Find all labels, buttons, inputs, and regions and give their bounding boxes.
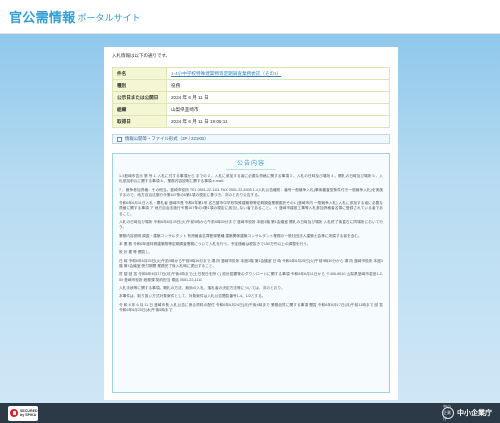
notice-paragraph: 質 疑 回 答 令和6年6月17日(月)午後4時まで(土日祝日を除く) 設計図書…: [119, 272, 383, 282]
notice-paragraph: 設 計 書 等 閲覧し、: [119, 250, 153, 255]
security-badge[interactable]: SECURED by SPIKA: [8, 405, 38, 421]
agency-name: 中小企業庁: [457, 410, 492, 417]
notice-paragraph: 令 和 6 年 6 月 11 日 韮崎市長 入札公告に係る資料の配付 令和6年6…: [119, 302, 383, 312]
lock-icon: [10, 409, 18, 417]
row-label: 組織: [112, 103, 167, 116]
row-value: 役務: [166, 79, 390, 92]
site-logo-main[interactable]: 官公需情報: [9, 7, 76, 26]
notice-paragraph: 業務内容説明 調査・建築コンサルタント 有資格者名簿登録業種 建築関係建築コンサ…: [119, 233, 362, 238]
site-logo-sub[interactable]: ポータルサイト: [78, 11, 141, 24]
table-row: 件名 1-4小中学校特殊建築物等定期調査業務委託（その1）: [112, 67, 390, 80]
row-label: 件名: [112, 67, 167, 80]
notice-paragraph: 入札手続等に関する事項。開札の方法、無効の入札、落札者の決定方法等については、次…: [119, 285, 285, 290]
notice-paragraph: 1-4韮崎市告示 第 号 1. 入札に付する事項から までの 2 。入札に参加す…: [119, 174, 383, 184]
notice-paragraph: 7 。競争参加資格：その他当。韮崎市役所 TEL 0551-22-1111 FA…: [119, 187, 383, 197]
security-badge-line2: by SPIKA: [20, 413, 37, 417]
notice-box: 公告内容 1-4韮崎市告示 第 号 1. 入札に付する事項から までの 2 。入…: [112, 153, 390, 393]
content-panel: 入札情報は以下の通りです。 件名 1-4小中学校特殊建築物等定期調査業務委託（そ…: [104, 47, 398, 400]
notice-paragraph: 令和6年6月11日入札・開札者 韮崎市長 令和6年第1号 名古屋市中学校特殊建築…: [119, 201, 383, 216]
info-table: 件名 1-4小中学校特殊建築物等定期調査業務委託（その1） 種別 役務 公示日ま…: [112, 67, 390, 128]
table-row: 種別 役務: [112, 79, 390, 92]
row-value: 2024 年 6 月 11 日 19:05:11: [166, 115, 390, 128]
notice-title: 公告内容: [226, 158, 276, 170]
title-link[interactable]: 1-4小中学校特殊建築物等定期調査業務委託（その1）: [171, 71, 281, 76]
table-row: 公示日または公開日 2024 年 6 月 11 日: [112, 91, 390, 104]
intro-text: 入札情報は以下の通りです。: [112, 53, 171, 58]
site-header: 官公需情報 ポータルサイト: [0, 0, 500, 34]
row-label: 種別: [112, 79, 167, 92]
notice-paragraph: 日 時 令和6年6月25日(火)午前9時から午前9時30分まで 場 所 韮崎市役…: [119, 258, 383, 268]
table-row: 取得日 2024 年 6 月 11 日 19:05:11: [112, 115, 390, 128]
row-label: 取得日: [112, 115, 167, 128]
notice-paragraph: 本事件は、取り扱い方式対象案件として、対象案件は入札公告閲覧番号1-4。1/2と…: [119, 294, 266, 299]
agency-logo[interactable]: 中小企業庁 中小企業庁: [442, 404, 492, 421]
site-footer: SECURED by SPIKA 中小企業庁 中小企業庁: [0, 403, 500, 423]
row-value: 2024 年 6 月 11 日: [166, 91, 390, 104]
notice-body: 1-4韮崎市告示 第 号 1. 入札に付する事項から までの 2 。入札に参加す…: [119, 174, 383, 313]
notice-paragraph: 入札の日時及び場所 令和6年6月25日(火)午前9時から午前9時30分まで 韮崎…: [119, 219, 383, 230]
attachment-link[interactable]: 情報公開等・ファイル形式（2P / 321KB）: [112, 134, 390, 144]
file-icon: [117, 136, 122, 142]
notice-paragraph: 本 業 務 令和6年度特殊建築物等定期調査業務について入札を行う。予定価格は税抜…: [119, 241, 311, 246]
row-value: 山梨県韮崎市: [166, 103, 390, 116]
agency-emblem-icon: 中小企業庁: [442, 404, 454, 421]
attachment-label[interactable]: 情報公開等・ファイル形式（2P / 321KB）: [125, 136, 209, 142]
table-row: 組織 山梨県韮崎市: [112, 103, 390, 116]
row-label: 公示日または公開日: [112, 91, 167, 104]
